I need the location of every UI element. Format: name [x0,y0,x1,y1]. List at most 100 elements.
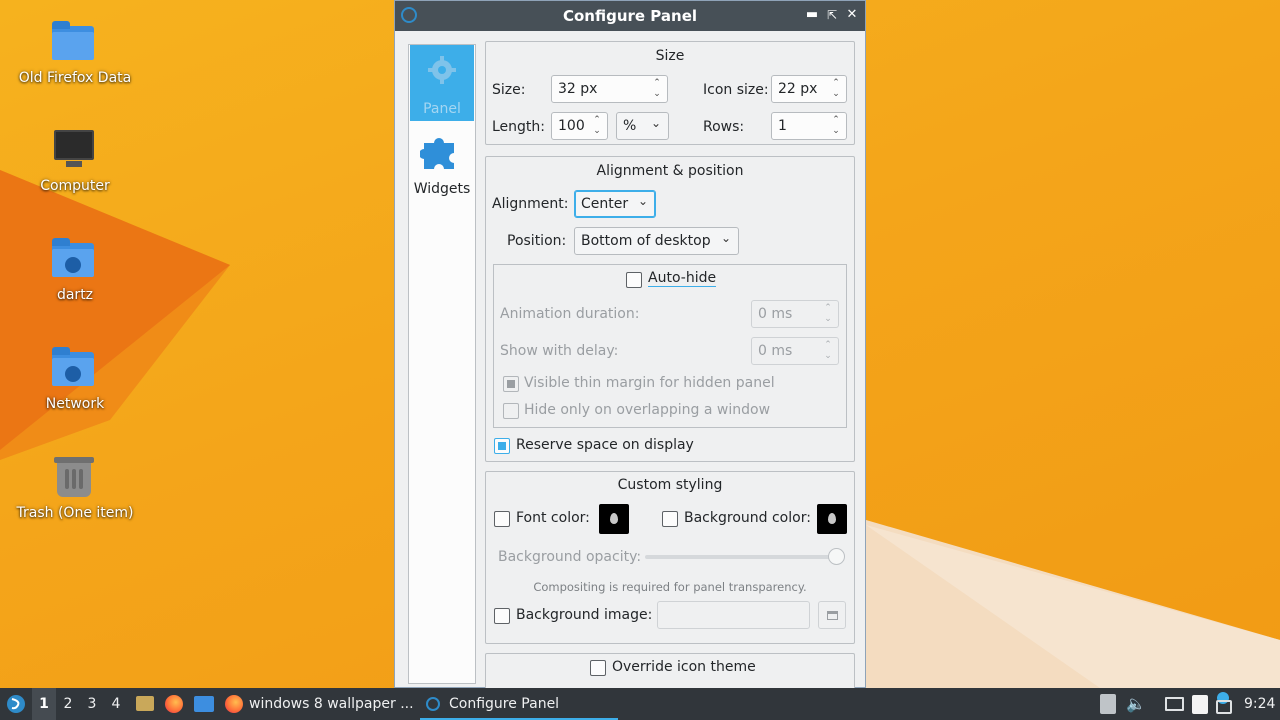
length-unit-combo[interactable]: % ⌄ [616,112,669,140]
lxqt-icon [426,697,440,711]
desktop-switch-2[interactable]: 2 [56,688,80,720]
font-color-checkbox[interactable] [494,511,510,527]
rows-label: Rows: [703,119,745,135]
desktop-switch-1[interactable]: 1 [32,688,56,720]
browse-image-button[interactable] [818,601,846,629]
background-opacity-label: Background opacity: [498,549,642,565]
show-delay-value: 0 ms [758,343,793,359]
config-sidebar: Panel Widgets [408,44,476,684]
background-opacity-slider[interactable] [645,548,845,565]
reserve-space-checkbox[interactable] [494,438,510,454]
task-configure-panel[interactable]: Configure Panel [420,688,618,720]
firefox-icon [225,695,243,713]
spin-arrows-icon[interactable]: ⌃ ⌄ [822,340,834,362]
close-button[interactable]: ✕ [843,6,861,24]
length-spinbox[interactable]: 100 ⌃ ⌄ [551,112,608,140]
window-titlebar[interactable]: Configure Panel ▬ ⇱ ✕ [395,1,865,31]
group-title: Size [655,48,685,64]
autohide-label[interactable]: Auto-hide [648,270,717,287]
notification-icon [1216,700,1232,714]
sidebar-item-widgets[interactable]: Widgets [410,123,474,199]
size-spinbox[interactable]: 32 px ⌃ ⌄ [551,75,668,103]
animation-duration-label: Animation duration: [500,306,640,322]
autohide-subgroup: Auto-hide Animation duration: 0 ms ⌃ ⌄ Sh… [493,264,847,428]
autohide-checkbox[interactable] [626,272,642,288]
alignment-position-group: Alignment & position Alignment: Center ⌄… [485,156,855,462]
override-icon-theme-label[interactable]: Override icon theme [612,659,756,675]
slider-handle[interactable] [828,548,845,565]
alignment-label: Alignment: [492,196,569,212]
task-label: windows 8 wallpaper ... [249,696,414,712]
volume-icon[interactable]: 🔈 [1126,688,1146,720]
clipboard-tray-icon[interactable] [1190,688,1210,720]
clock[interactable]: 9:24 [1244,688,1278,720]
desktop-icon-trash[interactable]: Trash (One item) [10,455,140,521]
position-label: Position: [507,233,567,249]
desktop-icon-old-firefox-data[interactable]: Old Firefox Data [10,20,140,86]
spin-arrows-icon[interactable]: ⌃ ⌄ [830,115,842,137]
thin-margin-label: Visible thin margin for hidden panel [524,375,775,391]
alignment-combo[interactable]: Center ⌄ [574,190,656,218]
configure-panel-window: Configure Panel ▬ ⇱ ✕ Panel Widgets Size… [394,0,866,693]
desktop-switch-3[interactable]: 3 [80,688,104,720]
override-icon-theme-checkbox[interactable] [590,660,606,676]
file-manager-icon [136,696,154,711]
background-image-label[interactable]: Background image: [516,607,652,623]
show-delay-spinbox[interactable]: 0 ms ⌃ ⌄ [751,337,839,365]
firefox-icon [165,695,183,713]
icon-theme-group: Override icon theme [485,653,855,693]
background-color-checkbox[interactable] [662,511,678,527]
sidebar-item-panel[interactable]: Panel [410,45,474,121]
maximize-button[interactable]: ⇱ [823,6,841,24]
font-color-label[interactable]: Font color: [516,510,590,526]
group-title: Alignment & position [596,163,744,179]
reserve-space-label[interactable]: Reserve space on display [516,437,694,453]
overlap-checkbox[interactable] [503,403,519,419]
rows-value: 1 [778,118,787,134]
animation-duration-value: 0 ms [758,306,793,322]
desktop-switch-4[interactable]: 4 [104,688,128,720]
background-color-label[interactable]: Background color: [684,510,811,526]
folder-icon [52,20,98,62]
task-firefox[interactable]: windows 8 wallpaper ... [222,688,414,720]
spin-arrows-icon[interactable]: ⌃ ⌄ [830,78,842,100]
position-combo[interactable]: Bottom of desktop ⌄ [574,227,739,255]
rows-spinbox[interactable]: 1 ⌃ ⌄ [771,112,847,140]
desktop-icon-network[interactable]: Network [10,346,140,412]
desktop-icon-dartz[interactable]: dartz [10,237,140,303]
minimize-button[interactable]: ▬ [803,6,821,24]
alignment-value: Center [581,196,629,212]
firefox-launcher[interactable] [163,688,185,720]
home-folder-icon [52,237,98,279]
icon-size-spinbox[interactable]: 22 px ⌃ ⌄ [771,75,847,103]
thin-margin-checkbox[interactable] [503,376,519,392]
length-unit-value: % [623,118,637,134]
tray-eject-button[interactable] [1098,688,1118,720]
notification-tray-icon[interactable] [1214,688,1234,720]
desktop-icon-computer[interactable]: Computer [10,128,140,194]
spin-arrows-icon[interactable]: ⌃ ⌄ [651,78,663,100]
background-image-checkbox[interactable] [494,608,510,624]
group-title: Custom styling [617,477,723,493]
folder-open-icon [827,611,838,620]
network-tray-icon[interactable] [1164,688,1186,720]
desktop-icon-label: Computer [40,178,110,194]
taskbar: 1 2 3 4 windows 8 wallpaper ... Configur… [0,688,1280,720]
background-color-button[interactable] [817,504,847,534]
desktop-icon-label: dartz [56,287,94,303]
chevron-down-icon: ⌄ [720,231,731,245]
spin-arrows-icon[interactable]: ⌃ ⌄ [822,303,834,325]
network-folder-icon [52,346,98,388]
spin-arrows-icon[interactable]: ⌃ ⌄ [591,115,603,137]
file-manager-launcher[interactable] [134,688,156,720]
background-image-field[interactable] [657,601,810,629]
show-desktop-launcher[interactable] [193,688,215,720]
font-color-button[interactable] [599,504,629,534]
task-label: Configure Panel [449,696,560,712]
sidebar-item-label: Panel [423,101,461,117]
main-menu-button[interactable] [4,688,28,720]
compositing-note: Compositing is required for panel transp… [533,580,807,594]
desktop-icon [194,696,214,712]
position-value: Bottom of desktop [581,233,711,249]
animation-duration-spinbox[interactable]: 0 ms ⌃ ⌄ [751,300,839,328]
